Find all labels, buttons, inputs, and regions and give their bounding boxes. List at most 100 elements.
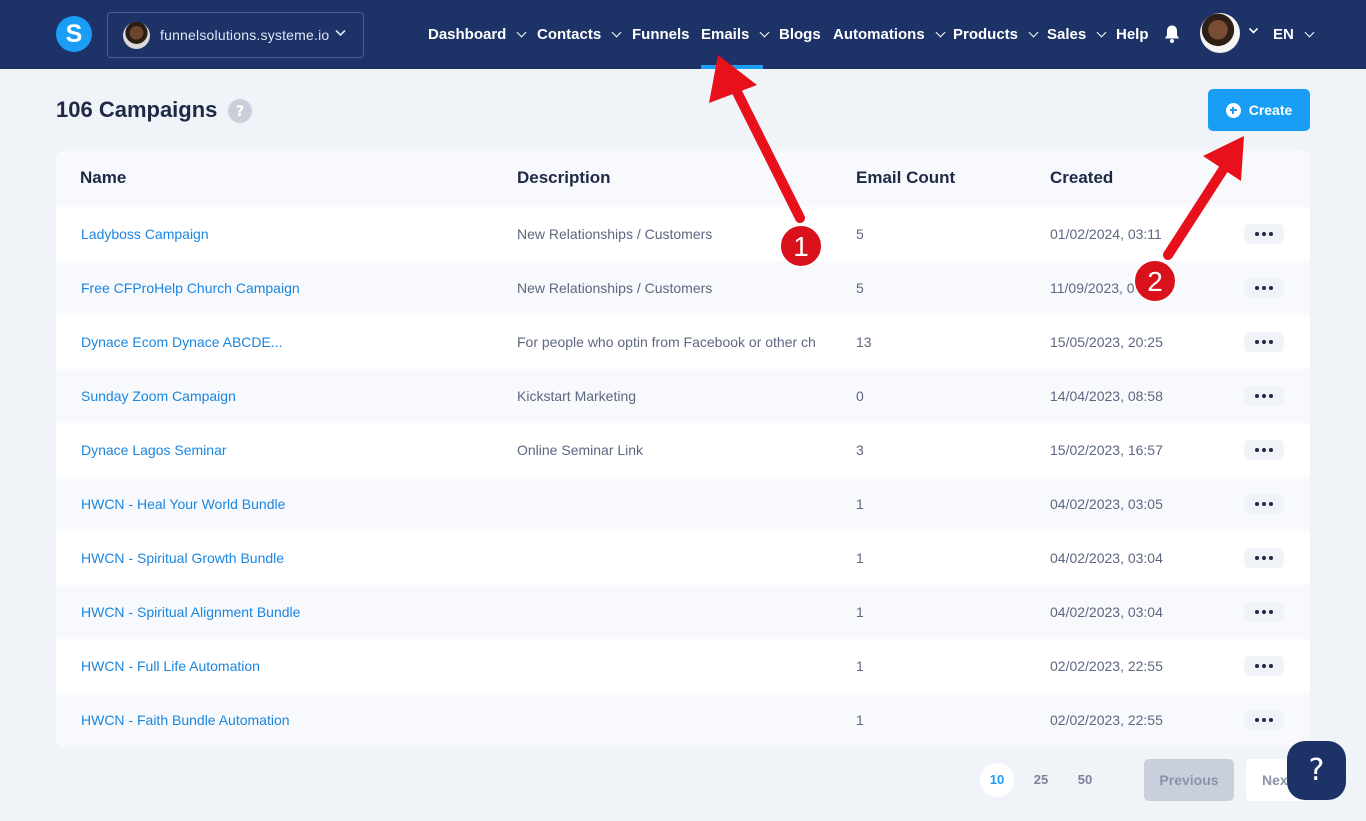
chevron-down-icon <box>1096 27 1107 38</box>
campaigns-table: Name Description Email Count Created Lad… <box>56 151 1310 747</box>
table-row: HWCN - Full Life Automation 1 02/02/2023, … <box>56 639 1310 693</box>
campaign-name-link[interactable]: HWCN - Spiritual Growth Bundle <box>81 550 284 566</box>
campaign-created-date: 02/02/2023, 22:55 <box>1050 658 1163 674</box>
campaign-email-count: 0 <box>856 388 864 404</box>
chevron-down-icon <box>1304 27 1315 37</box>
user-avatar[interactable] <box>1200 13 1240 53</box>
campaign-email-count: 1 <box>856 712 864 728</box>
create-button[interactable]: Create <box>1208 89 1310 131</box>
table-row: HWCN - Heal Your World Bundle 1 04/02/2023… <box>56 477 1310 531</box>
campaign-created-date: 01/02/2024, 03:11 <box>1050 226 1162 242</box>
campaign-created-date: 02/02/2023, 22:55 <box>1050 712 1163 728</box>
chevron-down-icon <box>335 29 346 37</box>
chevron-down-icon <box>611 27 622 38</box>
nav-blogs[interactable]: Blogs <box>779 0 821 69</box>
more-options-icon[interactable] <box>1244 602 1284 622</box>
nav-help[interactable]: Help <box>1116 0 1149 69</box>
nav-blogs-label: Blogs <box>779 26 821 43</box>
campaign-name-link[interactable]: Dynace Ecom Dynace ABCDE... <box>81 334 283 350</box>
column-header-created: Created <box>1050 168 1114 187</box>
campaign-email-count: 1 <box>856 496 864 512</box>
nav-contacts-label: Contacts <box>537 26 602 43</box>
page-size-50[interactable]: 50 <box>1068 763 1102 797</box>
nav-contacts[interactable]: Contacts <box>537 0 622 69</box>
campaign-email-count: 13 <box>856 334 872 350</box>
campaign-name-link[interactable]: Ladyboss Campaign <box>81 226 209 242</box>
nav-products-label: Products <box>953 26 1019 43</box>
page-title: 106 Campaigns <box>56 97 218 122</box>
more-options-icon[interactable] <box>1244 332 1284 352</box>
campaign-name-link[interactable]: Free CFProHelp Church Campaign <box>81 280 300 296</box>
campaign-email-count: 1 <box>856 658 864 674</box>
bell-icon[interactable] <box>1163 24 1181 44</box>
support-chat-button[interactable]: ? <box>1287 741 1346 800</box>
column-header-name: Name <box>80 168 127 187</box>
campaign-created-date: 15/02/2023, 16:57 <box>1050 442 1163 458</box>
campaign-email-count: 1 <box>856 604 864 620</box>
campaign-name-link[interactable]: HWCN - Full Life Automation <box>81 658 260 674</box>
nav-funnels[interactable]: Funnels <box>632 0 690 69</box>
plus-circle-icon <box>1225 102 1241 118</box>
campaign-description: Kickstart Marketing <box>517 388 637 404</box>
nav-sales[interactable]: Sales <box>1047 0 1107 69</box>
more-options-icon[interactable] <box>1244 656 1284 676</box>
page-size-10[interactable]: 10 <box>980 763 1014 797</box>
more-options-icon[interactable] <box>1244 440 1284 460</box>
campaign-email-count: 1 <box>856 550 864 566</box>
table-row: Sunday Zoom Campaign Kickstart Marketing 0… <box>56 369 1310 423</box>
nav-funnels-label: Funnels <box>632 26 690 43</box>
chevron-down-icon <box>1028 27 1039 38</box>
nav-products[interactable]: Products <box>953 0 1039 69</box>
table-row: Dynace Lagos Seminar Online Seminar Link 3… <box>56 423 1310 477</box>
more-options-icon[interactable] <box>1244 494 1284 514</box>
language-label: EN <box>1273 25 1294 43</box>
more-options-icon[interactable] <box>1244 278 1284 298</box>
table-header: Name Description Email Count Created <box>56 151 1310 207</box>
previous-button[interactable]: Previous <box>1144 759 1234 801</box>
more-options-icon[interactable] <box>1244 548 1284 568</box>
nav-sales-label: Sales <box>1047 26 1087 43</box>
workspace-name: funnelsolutions.systeme.io <box>160 27 330 43</box>
campaign-name-link[interactable]: Dynace Lagos Seminar <box>81 442 227 458</box>
nav-emails-label: Emails <box>701 26 750 43</box>
table-row: Ladyboss Campaign New Relationships / Cus… <box>56 207 1310 261</box>
table-row: Dynace Ecom Dynace ABCDE... For people wh… <box>56 315 1310 369</box>
top-navbar: S funnelsolutions.systeme.io Dashboard C… <box>0 0 1366 69</box>
page-size-25[interactable]: 25 <box>1024 763 1058 797</box>
campaign-name-link[interactable]: HWCN - Faith Bundle Automation <box>81 712 290 728</box>
campaign-description: Online Seminar Link <box>517 442 644 458</box>
help-icon[interactable]: ? <box>228 99 252 123</box>
more-options-icon[interactable] <box>1244 224 1284 244</box>
campaign-email-count: 3 <box>856 442 864 458</box>
workspace-avatar <box>123 22 150 49</box>
nav-automations[interactable]: Automations <box>833 0 946 69</box>
campaign-email-count: 5 <box>856 280 864 296</box>
campaign-created-date: 14/04/2023, 08:58 <box>1050 388 1163 404</box>
nav-dashboard-label: Dashboard <box>428 26 507 43</box>
column-header-email-count: Email Count <box>856 168 956 187</box>
campaign-description: For people who optin from Facebook or ot… <box>517 334 816 350</box>
active-tab-indicator <box>701 65 763 69</box>
table-row: HWCN - Faith Bundle Automation 1 02/02/202… <box>56 693 1310 747</box>
more-options-icon[interactable] <box>1244 710 1284 730</box>
nav-dashboard[interactable]: Dashboard <box>428 0 527 69</box>
campaign-created-date: 15/05/2023, 20:25 <box>1050 334 1163 350</box>
campaign-description: New Relationships / Customers <box>517 280 713 296</box>
language-switcher[interactable]: EN <box>1273 24 1315 44</box>
campaign-created-date: 04/02/2023, 03:04 <box>1050 550 1163 566</box>
nav-emails[interactable]: Emails <box>701 0 770 69</box>
chevron-down-icon <box>935 27 946 38</box>
workspace-switcher[interactable]: funnelsolutions.systeme.io <box>107 12 364 58</box>
more-options-icon[interactable] <box>1244 386 1284 406</box>
campaign-created-date: 04/02/2023, 03:05 <box>1050 496 1163 512</box>
chevron-down-icon[interactable] <box>1248 25 1259 36</box>
column-header-description: Description <box>517 168 611 187</box>
campaign-name-link[interactable]: Sunday Zoom Campaign <box>81 388 236 404</box>
systeme-logo[interactable]: S <box>56 16 92 52</box>
nav-automations-label: Automations <box>833 26 925 43</box>
campaign-name-link[interactable]: HWCN - Spiritual Alignment Bundle <box>81 604 300 620</box>
campaign-name-link[interactable]: HWCN - Heal Your World Bundle <box>81 496 285 512</box>
chevron-down-icon <box>759 27 770 38</box>
table-row: HWCN - Spiritual Alignment Bundle 1 04/02/… <box>56 585 1310 639</box>
campaign-email-count: 5 <box>856 226 864 242</box>
